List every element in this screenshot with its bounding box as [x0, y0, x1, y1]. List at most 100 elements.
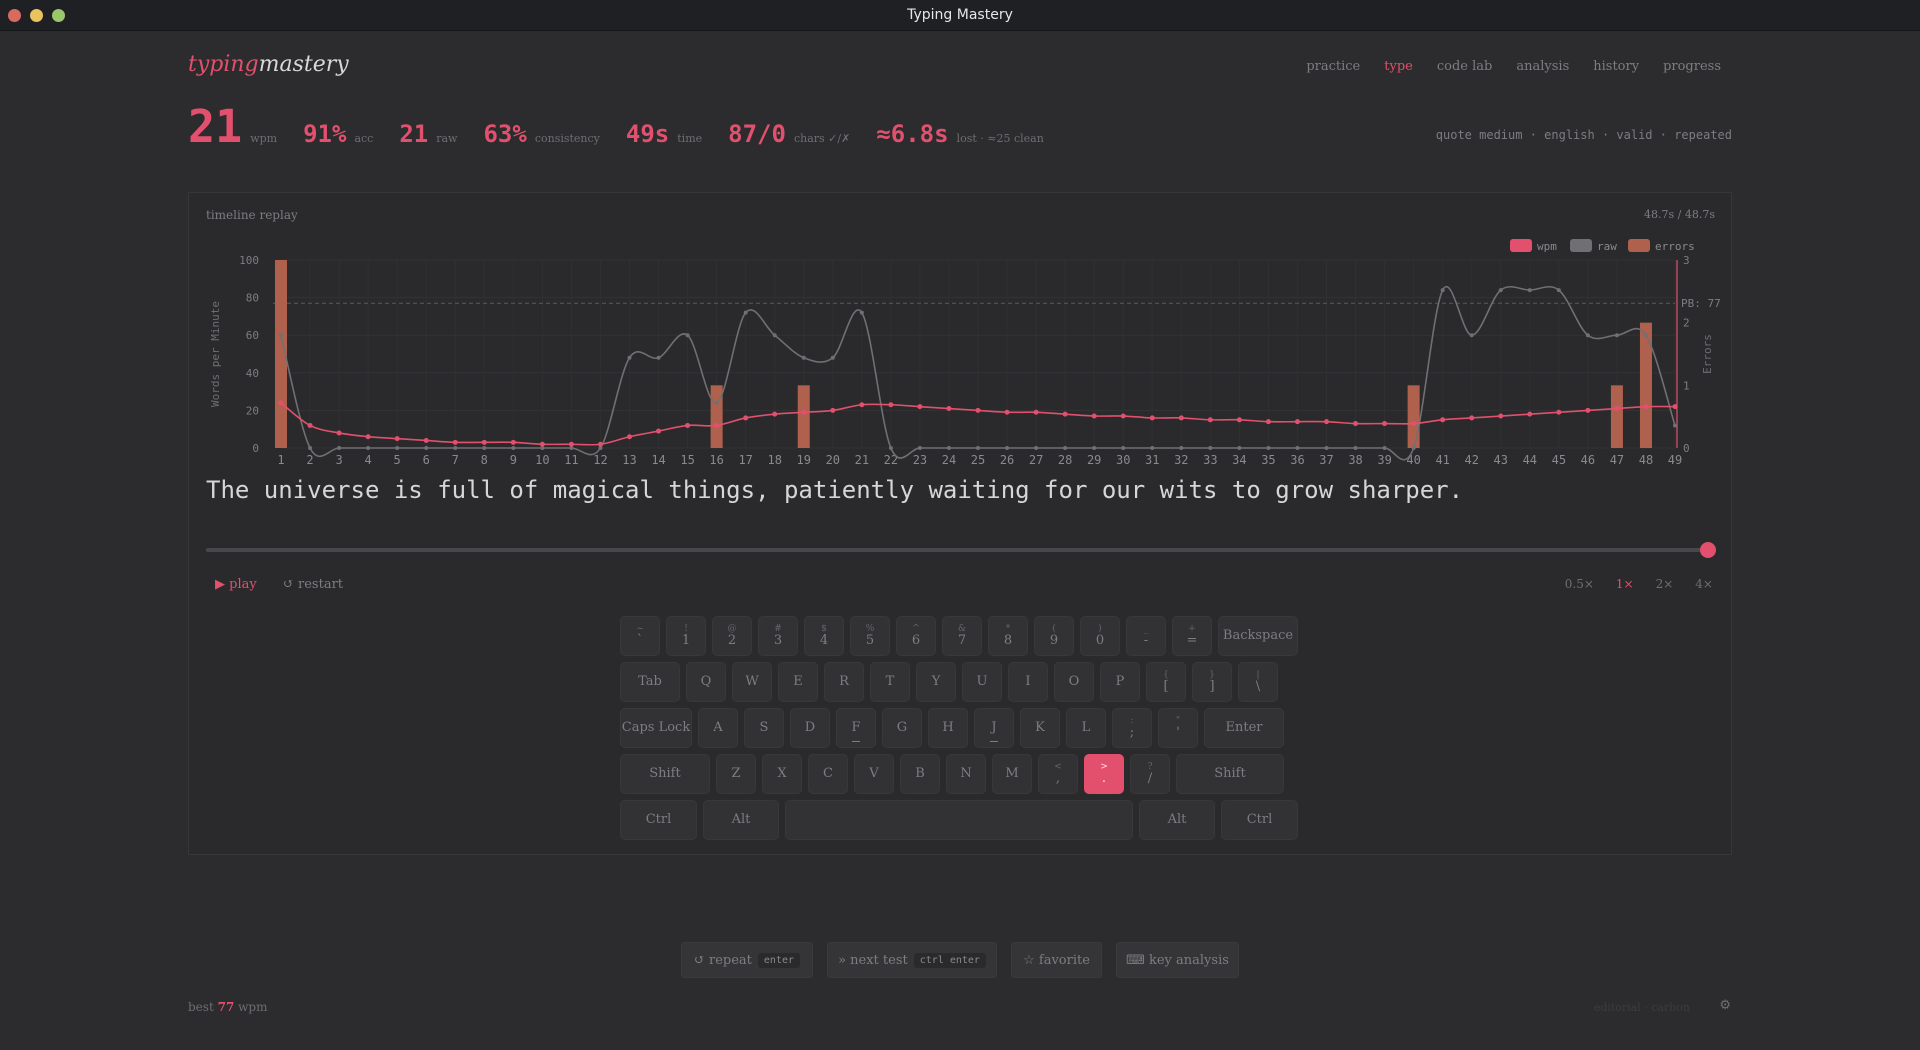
wpm-point: [1236, 417, 1242, 423]
x-tick-label: 29: [1087, 453, 1101, 467]
speed-option[interactable]: 1×: [1616, 577, 1634, 591]
key-9: (9: [1034, 616, 1074, 656]
nav-analysis[interactable]: analysis: [1516, 59, 1569, 74]
repeat-label: ↺ repeat: [693, 952, 752, 968]
key-ctrl: Ctrl: [620, 800, 697, 840]
nav-code-lab[interactable]: code lab: [1437, 59, 1493, 74]
stat-label: consistency: [534, 132, 600, 145]
keyboard-row: Ctrl Alt Alt Ctrl: [620, 800, 1300, 840]
key-label: X: [777, 766, 787, 781]
repeat-button[interactable]: ↺ repeat enter: [681, 942, 813, 978]
wpm-point: [1556, 409, 1562, 415]
logo-part-mastery: mastery: [258, 52, 349, 77]
wpm-point: [917, 404, 923, 410]
error-bar: [797, 385, 810, 448]
replay-slider[interactable]: [206, 542, 1716, 558]
key-label: Alt: [1167, 812, 1187, 827]
key-label: ;: [1129, 725, 1135, 740]
key-f: F: [836, 708, 876, 748]
raw-point: [1121, 446, 1126, 450]
y-tick-label: 40: [246, 367, 259, 380]
raw-point: [1324, 446, 1329, 450]
wpm-point: [801, 409, 807, 415]
key-label: 7: [957, 633, 967, 648]
wpm-point: [1091, 413, 1097, 419]
key-6: ^ 6: [896, 616, 936, 656]
speed-option[interactable]: 2×: [1656, 577, 1674, 591]
wpm-point: [1527, 411, 1533, 417]
key-label: 3: [773, 633, 783, 648]
wpm-point: [1149, 415, 1155, 421]
nav-history[interactable]: history: [1593, 59, 1639, 74]
raw-point: [743, 310, 748, 315]
app-logo[interactable]: typingmastery: [188, 52, 349, 77]
speed-option[interactable]: 0.5×: [1565, 577, 1594, 591]
key-c: C: [808, 754, 848, 794]
wpm-point: [1353, 421, 1359, 427]
x-tick-label: 1: [277, 453, 284, 467]
pb-label: PB: 77: [1681, 297, 1721, 310]
stat-label: acc: [354, 132, 374, 145]
x-tick-label: 5: [394, 453, 401, 467]
raw-point: [279, 333, 283, 338]
next-test-button[interactable]: » next test ctrl enter: [827, 942, 997, 978]
x-tick-label: 23: [913, 453, 927, 467]
y-tick-label: 0: [252, 442, 259, 455]
wpm-point: [1643, 404, 1649, 410]
key-label: =: [1186, 633, 1198, 648]
key-label: R: [839, 674, 849, 689]
key-label: W: [745, 674, 759, 689]
raw-point: [1237, 446, 1242, 450]
error-bar: [710, 385, 723, 448]
replay-slider-thumb[interactable]: [1700, 542, 1716, 558]
stat-value: 49s: [625, 120, 670, 148]
key-label: Enter: [1225, 720, 1263, 735]
key-label: ': [1176, 725, 1180, 740]
key-n: N: [946, 754, 986, 794]
favorite-button[interactable]: ☆ favorite: [1011, 942, 1102, 978]
x-tick-label: 37: [1319, 453, 1333, 467]
key-analysis-label: ⌨ key analysis: [1126, 952, 1229, 968]
key-b: B: [900, 754, 940, 794]
y2-tick-label: 2: [1683, 317, 1690, 330]
key-d: D: [790, 708, 830, 748]
legend-label: wpm: [1537, 240, 1557, 253]
speed-option[interactable]: 4×: [1695, 577, 1713, 591]
nav-practice[interactable]: practice: [1306, 59, 1360, 74]
raw-point: [453, 446, 458, 450]
raw-point: [685, 333, 690, 338]
x-tick-label: 26: [1000, 453, 1014, 467]
key-3: #3: [758, 616, 798, 656]
restart-button[interactable]: ↺ restart: [283, 577, 343, 592]
home-key-bump: [852, 741, 860, 742]
wpm-point: [1033, 409, 1039, 415]
play-button[interactable]: ▶ play: [215, 577, 257, 592]
y2-tick-label: 3: [1683, 254, 1690, 267]
key-=: + =: [1172, 616, 1212, 656]
key-label: U: [976, 674, 988, 689]
key-alt: Alt: [1139, 800, 1215, 840]
key-w: W: [732, 662, 772, 702]
settings-gear-icon[interactable]: ⚙: [1719, 998, 1731, 1013]
nav-type[interactable]: type: [1384, 59, 1413, 74]
best-suffix: wpm: [238, 1000, 268, 1014]
wpm-point: [1265, 419, 1271, 425]
raw-point: [1673, 423, 1677, 428]
stat-value: 21: [399, 120, 429, 148]
repeat-shortcut: enter: [757, 952, 801, 968]
x-tick-label: 27: [1029, 453, 1043, 467]
nav-progress[interactable]: progress: [1663, 59, 1721, 74]
key-i: I: [1008, 662, 1048, 702]
raw-point: [1498, 288, 1503, 293]
key-label: Ctrl: [1246, 812, 1273, 827]
quote-text: The universe is full of magical things, …: [206, 476, 1464, 504]
wpm-point: [1498, 413, 1504, 419]
wpm-point: [859, 402, 865, 408]
key-analysis-button[interactable]: ⌨ key analysis: [1116, 942, 1239, 978]
theme-name[interactable]: editorial · carbon: [1594, 1001, 1690, 1014]
stat-0: 21 wpm: [188, 100, 277, 153]
key-label: F: [851, 720, 861, 735]
timeline-replay-panel: timeline replay 48.7s / 48.7s PB: 77 0 20 4…: [188, 192, 1732, 855]
stat-1: 91% acc: [303, 120, 373, 148]
key-x: X: [762, 754, 802, 794]
